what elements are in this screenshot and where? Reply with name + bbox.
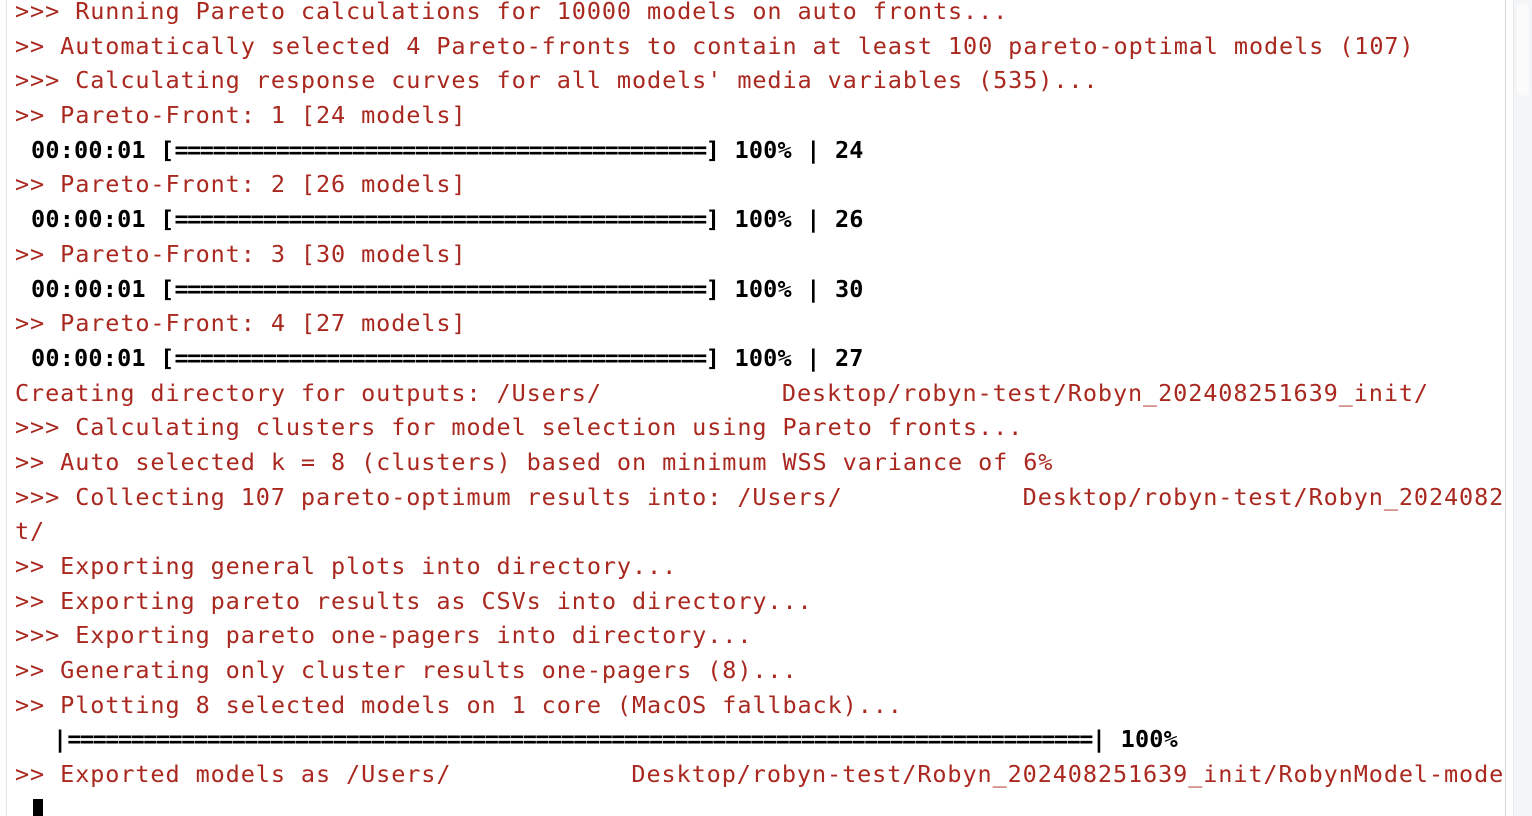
console-message-line: >>> Calculating response curves for all …	[7, 63, 1505, 98]
progress-elapsed: 00:00:01	[31, 136, 146, 164]
progress-bar-fill: ========================================…	[175, 275, 706, 303]
progress-percent: 100%	[734, 136, 791, 164]
console-message-line: >> Pareto-Front: 4 [27 models]	[7, 306, 1505, 341]
console-message-line: >> Pareto-Front: 1 [24 models]	[7, 98, 1505, 133]
console-message-line: >>> Exporting pareto one-pagers into dir…	[7, 618, 1505, 653]
progress-bracket-open: [	[160, 344, 174, 372]
progress-separator: |	[806, 136, 820, 164]
progress-percent: 100%	[734, 275, 791, 303]
progress-bar-line: 00:00:01 [==============================…	[7, 341, 1505, 376]
progress-bracket-open: [	[160, 275, 174, 303]
progress-bracket-open: [	[160, 136, 174, 164]
progress-count: 26	[835, 205, 864, 233]
path-suffix: Desktop/robyn-test/Robyn_202408251639_in…	[631, 760, 1505, 788]
console-left-gutter	[0, 0, 7, 816]
console-message-line: >> Pareto-Front: 2 [26 models]	[7, 167, 1505, 202]
progress-separator: |	[806, 344, 820, 372]
progress-elapsed: 00:00:01	[31, 205, 146, 233]
progress-pipe-close: |	[1092, 725, 1106, 753]
console-scroll-zone[interactable]	[1505, 0, 1532, 816]
path-suffix: Desktop/robyn-test/Robyn_202408251639_in…	[782, 379, 1429, 407]
console-message-line: >>> Calculating clusters for model selec…	[7, 410, 1505, 445]
progress-percent: 100%	[734, 344, 791, 372]
progress-separator: |	[806, 275, 820, 303]
console-message-line: >> Exporting pareto results as CSVs into…	[7, 584, 1505, 619]
progress-bracket-close: ]	[706, 344, 720, 372]
console-message-line: >> Plotting 8 selected models on 1 core …	[7, 688, 1505, 723]
console-message-line-redacted: >> Exported models as /Users/Desktop/rob…	[7, 757, 1505, 792]
console-message-line-redacted: >>> Collecting 107 pareto-optimum result…	[7, 480, 1505, 515]
vertical-scrollbar-track[interactable]	[1513, 0, 1532, 816]
progress-bar-fill: ========================================…	[175, 136, 706, 164]
console-line-stack: >>> Running Pareto calculations for 1000…	[7, 0, 1505, 816]
console-message-line: >> Automatically selected 4 Pareto-front…	[7, 29, 1505, 64]
path-prefix: Creating directory for outputs: /Users/	[15, 379, 602, 407]
progress-count: 30	[835, 275, 864, 303]
path-prefix: >> Exported models as /Users/	[15, 760, 451, 788]
progress-separator: |	[806, 205, 820, 233]
path-prefix: >>> Collecting 107 pareto-optimum result…	[15, 483, 843, 511]
console-message-line-redacted: Creating directory for outputs: /Users/D…	[7, 376, 1505, 411]
progress-percent: 100%	[734, 205, 791, 233]
progress-bar-line: 00:00:01 [==============================…	[7, 272, 1505, 307]
console-message-line: >>> Running Pareto calculations for 1000…	[7, 0, 1505, 29]
progress-bracket-open: [	[160, 205, 174, 233]
console-message-line: t/	[7, 514, 1505, 549]
progress-bracket-close: ]	[706, 205, 720, 233]
progress-count: 27	[835, 344, 864, 372]
path-suffix: Desktop/robyn-test/Robyn_202408251639_in…	[1023, 483, 1505, 511]
progress-elapsed: 00:00:01	[31, 344, 146, 372]
progress-bar-fill: ========================================…	[175, 205, 706, 233]
progress-bar-line: 00:00:01 [==============================…	[7, 133, 1505, 168]
console-prompt-line[interactable]	[7, 792, 1505, 816]
console-output-area[interactable]: >>> Running Pareto calculations for 1000…	[7, 0, 1505, 816]
progress-count: 24	[835, 136, 864, 164]
console-message-line: >> Auto selected k = 8 (clusters) based …	[7, 445, 1505, 480]
progress-percent: 100%	[1121, 725, 1178, 753]
progress-bar-fill: ========================================…	[175, 344, 706, 372]
console-message-line: >> Exporting general plots into director…	[7, 549, 1505, 584]
progress-bracket-close: ]	[706, 275, 720, 303]
progress-bar-line-final: |=======================================…	[7, 722, 1505, 757]
text-cursor	[33, 799, 43, 816]
progress-bracket-close: ]	[706, 136, 720, 164]
progress-elapsed: 00:00:01	[31, 275, 146, 303]
progress-bar-line: 00:00:01 [==============================…	[7, 202, 1505, 237]
vertical-scrollbar-thumb[interactable]	[1517, 4, 1529, 96]
console-message-line: >> Pareto-Front: 3 [30 models]	[7, 237, 1505, 272]
progress-pipe-open: |	[53, 725, 67, 753]
console-message-line: >> Generating only cluster results one-p…	[7, 653, 1505, 688]
console-window: >>> Running Pareto calculations for 1000…	[0, 0, 1532, 816]
progress-bar-fill: ========================================…	[67, 725, 1092, 753]
